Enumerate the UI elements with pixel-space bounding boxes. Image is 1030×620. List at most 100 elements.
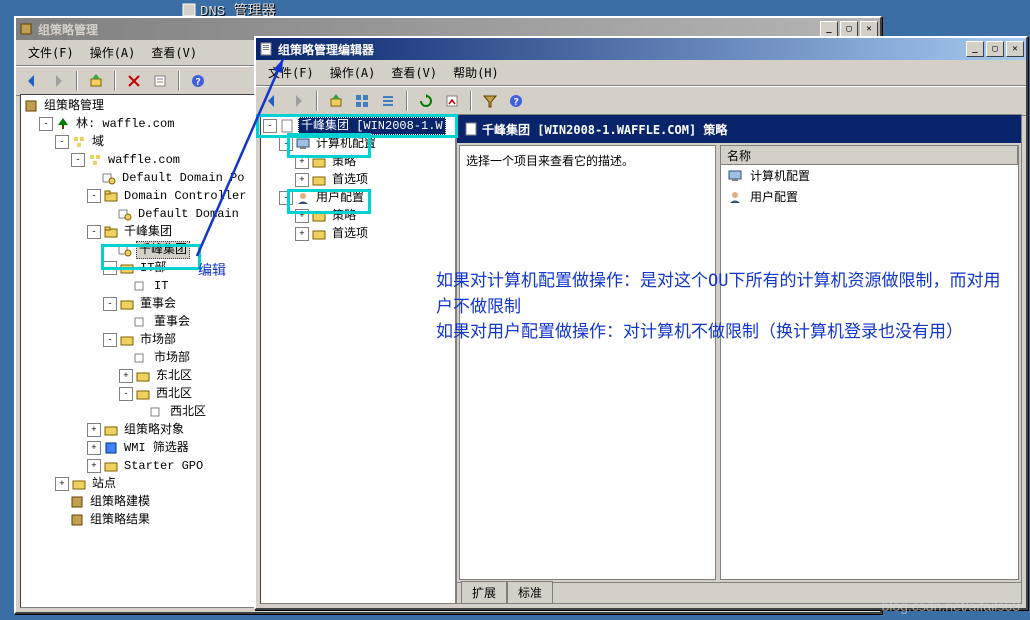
description-pane: 选择一个项目来查看它的描述。: [459, 145, 716, 580]
tree-scb-sub[interactable]: 市场部: [23, 349, 253, 367]
gpedit-maximize-button[interactable]: ▢: [986, 41, 1004, 57]
gpmc-delete-button[interactable]: [122, 69, 146, 93]
gpmc-forward-button[interactable]: [46, 69, 70, 93]
folder-icon: [311, 154, 327, 170]
gpedit-filter-button[interactable]: [478, 89, 502, 113]
tree-ddp[interactable]: Default Domain Po: [23, 169, 253, 187]
list-item-uc[interactable]: 用户配置: [721, 186, 1018, 207]
gpmc-tree[interactable]: 组策略管理 - 林: waffle.com - 域 - waffle.com D…: [20, 94, 256, 608]
results-label: 组策略结果: [88, 512, 152, 528]
gpedit-window: 组策略管理编辑器 _ ▢ ✕ 文件(F) 操作(A) 查看(V) 帮助(H) ?…: [254, 36, 1028, 610]
list-item-cc[interactable]: 计算机配置: [721, 165, 1018, 186]
tree-results[interactable]: 组策略结果: [23, 511, 253, 529]
gpmc-maximize-button[interactable]: ▢: [840, 21, 858, 37]
tree-xbq-ou[interactable]: - 西北区: [23, 385, 253, 403]
policy-root-icon: [279, 118, 295, 134]
gpedit-cc-prefs[interactable]: + 首选项: [263, 171, 453, 189]
tree-sites[interactable]: + 站点: [23, 475, 253, 493]
folder-icon: [311, 208, 327, 224]
tree-modeling[interactable]: 组策略建模: [23, 493, 253, 511]
bottom-tabs: 扩展 标准: [457, 582, 1021, 603]
gpedit-refresh-button[interactable]: [414, 89, 438, 113]
gpedit-uc-policies[interactable]: + 策略: [263, 207, 453, 225]
ou-icon: [119, 332, 135, 348]
tree-dc-policy[interactable]: Default Domain: [23, 205, 253, 223]
ddp-label: Default Domain Po: [120, 170, 246, 186]
tree-gpo-folder[interactable]: + 组策略对象: [23, 421, 253, 439]
gpedit-detailview-button[interactable]: [376, 89, 400, 113]
gpedit-cc-policies[interactable]: + 策略: [263, 153, 453, 171]
tree-domain[interactable]: - waffle.com: [23, 151, 253, 169]
tree-forest[interactable]: - 林: waffle.com: [23, 115, 253, 133]
tree-wmi[interactable]: + WMI 筛选器: [23, 439, 253, 457]
separator: [178, 71, 180, 91]
gpedit-back-button[interactable]: [260, 89, 284, 113]
gpedit-export-button[interactable]: [440, 89, 464, 113]
gpedit-uc[interactable]: - 用户配置: [263, 189, 453, 207]
tree-domains[interactable]: - 域: [23, 133, 253, 151]
gpmc-back-button[interactable]: [20, 69, 44, 93]
col-name[interactable]: 名称: [721, 146, 1018, 164]
tree-dc-ou[interactable]: - Domain Controller: [23, 187, 253, 205]
gpedit-menubar: 文件(F) 操作(A) 查看(V) 帮助(H): [256, 60, 1026, 86]
gpmc-minimize-button[interactable]: _: [820, 21, 838, 37]
gpedit-uc-policies-label: 策略: [330, 208, 358, 224]
tree-dbq-ou[interactable]: + 东北区: [23, 367, 253, 385]
tree-qf-gpo[interactable]: 千峰集团: [23, 241, 253, 259]
root-icon: [23, 98, 39, 114]
separator: [406, 91, 408, 111]
tab-ext[interactable]: 扩展: [461, 581, 507, 603]
gpedit-minimize-button[interactable]: _: [966, 41, 984, 57]
gpedit-menu-action[interactable]: 操作(A): [322, 62, 384, 83]
tree-it-sub[interactable]: IT: [23, 277, 253, 295]
computer-config-icon: [295, 136, 311, 152]
gpedit-menu-help[interactable]: 帮助(H): [445, 62, 507, 83]
gpedit-header-text: 千峰集团 [WIN2008-1.WAFFLE.COM] 策略: [482, 121, 727, 138]
dsh-sub-label: 董事会: [152, 314, 192, 330]
starter-label: Starter GPO: [122, 458, 205, 474]
tree-dsh-sub[interactable]: 董事会: [23, 313, 253, 331]
tree-scb-ou[interactable]: - 市场部: [23, 331, 253, 349]
dns-icon: [182, 3, 196, 17]
gpedit-cc-label: 计算机配置: [314, 136, 378, 152]
ou-icon: [135, 368, 151, 384]
gpedit-close-button[interactable]: ✕: [1006, 41, 1024, 57]
gpmc-menu-view[interactable]: 查看(V): [143, 42, 205, 63]
gpmc-menu-file[interactable]: 文件(F): [20, 42, 82, 63]
gpmc-properties-button[interactable]: [148, 69, 172, 93]
folder-icon: [311, 172, 327, 188]
gpedit-header-bar: 千峰集团 [WIN2008-1.WAFFLE.COM] 策略: [457, 115, 1021, 143]
list-pane[interactable]: 名称 计算机配置 用户配置: [720, 145, 1019, 580]
svg-text:?: ?: [195, 77, 201, 88]
gpmc-menu-action[interactable]: 操作(A): [82, 42, 144, 63]
folder-icon: [311, 226, 327, 242]
gpedit-help-button[interactable]: ?: [504, 89, 528, 113]
ou-icon: [119, 296, 135, 312]
tree-xbq-sub[interactable]: 西北区: [23, 403, 253, 421]
gpmc-help-button[interactable]: ?: [186, 69, 210, 93]
gpedit-tree[interactable]: - 千峰集团 [WIN2008-1.W - 计算机配置 + 策略 + 首选项 -…: [260, 114, 456, 604]
gpmc-close-button[interactable]: ✕: [860, 21, 878, 37]
gpedit-menu-file[interactable]: 文件(F): [260, 62, 322, 83]
ou-icon: [103, 224, 119, 240]
tree-it-ou[interactable]: - IT部: [23, 259, 253, 277]
gpedit-forward-button[interactable]: [286, 89, 310, 113]
gpedit-up-button[interactable]: [324, 89, 348, 113]
gpedit-menu-view[interactable]: 查看(V): [383, 62, 445, 83]
tree-dsh-ou[interactable]: - 董事会: [23, 295, 253, 313]
tree-root[interactable]: 组策略管理: [23, 97, 253, 115]
gpedit-listview-button[interactable]: [350, 89, 374, 113]
gpedit-titlebar[interactable]: 组策略管理编辑器 _ ▢ ✕: [256, 38, 1026, 60]
gpmc-title-text: 组策略管理: [38, 21, 818, 38]
computer-config-icon: [727, 168, 743, 184]
forest-icon: [55, 116, 71, 132]
tree-starter[interactable]: + Starter GPO: [23, 457, 253, 475]
tree-qf-ou[interactable]: - 千峰集团: [23, 223, 253, 241]
gpo-link-icon: [117, 206, 133, 222]
gpedit-root[interactable]: - 千峰集团 [WIN2008-1.W: [263, 117, 453, 135]
gpedit-uc-prefs[interactable]: + 首选项: [263, 225, 453, 243]
tab-std[interactable]: 标准: [507, 581, 553, 603]
policy-icon: [463, 121, 479, 137]
gpedit-cc[interactable]: - 计算机配置: [263, 135, 453, 153]
gpmc-up-button[interactable]: [84, 69, 108, 93]
